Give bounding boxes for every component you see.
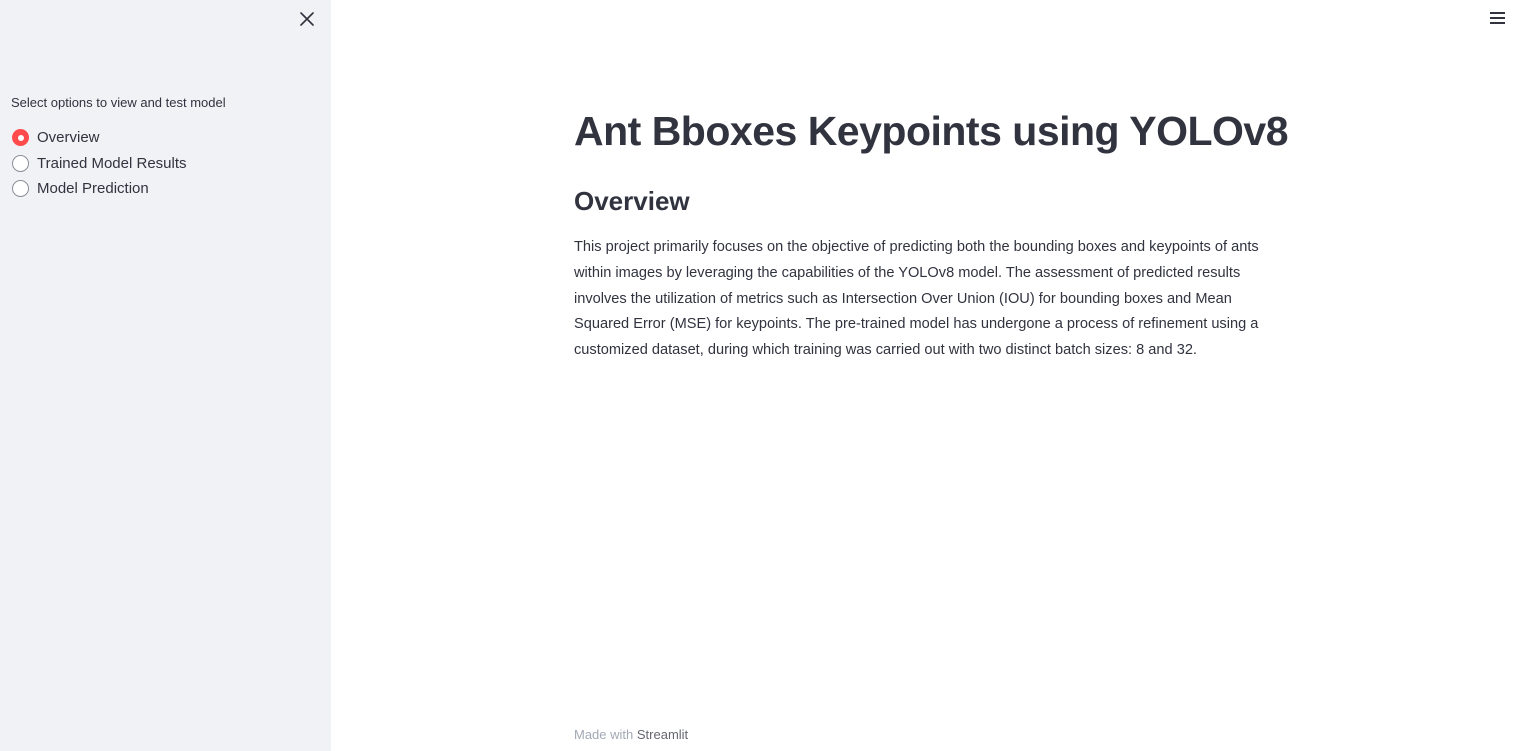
footer: Made with Streamlit [574,727,688,742]
radio-option-label: Trained Model Results [37,154,187,172]
hamburger-menu-icon-bar [1489,17,1505,19]
sidebar: Select options to view and test model Ov… [0,0,331,751]
radio-option-model-prediction[interactable]: Model Prediction [12,176,187,202]
section-title: Overview [574,186,690,216]
app-root: Select options to view and test model Ov… [0,0,1516,751]
radio-option-label: Model Prediction [37,180,149,198]
radio-option-trained-model-results[interactable]: Trained Model Results [12,151,187,177]
hamburger-menu-icon [1489,12,1505,14]
radio-option-overview[interactable]: Overview [12,125,187,151]
radio-button[interactable] [12,154,29,172]
streamlit-link[interactable]: Streamlit [637,727,688,742]
radio-button-checked[interactable] [12,129,29,147]
page-title: Ant Bboxes Keypoints using YOLOv8 [574,108,1289,154]
radio-group-label: Select options to view and test model [11,95,226,110]
overview-paragraph: This project primarily focuses on the ob… [574,239,1259,359]
radio-button[interactable] [12,180,29,198]
view-options-radio-group: Overview Trained Model Results Model Pre… [12,125,187,202]
hamburger-menu-icon-bar [1489,22,1505,24]
close-sidebar-button[interactable] [296,8,318,30]
main-menu-button[interactable] [1487,9,1507,27]
radio-option-label: Overview [37,129,100,147]
footer-prefix: Made with [574,727,634,742]
close-icon [300,12,314,26]
